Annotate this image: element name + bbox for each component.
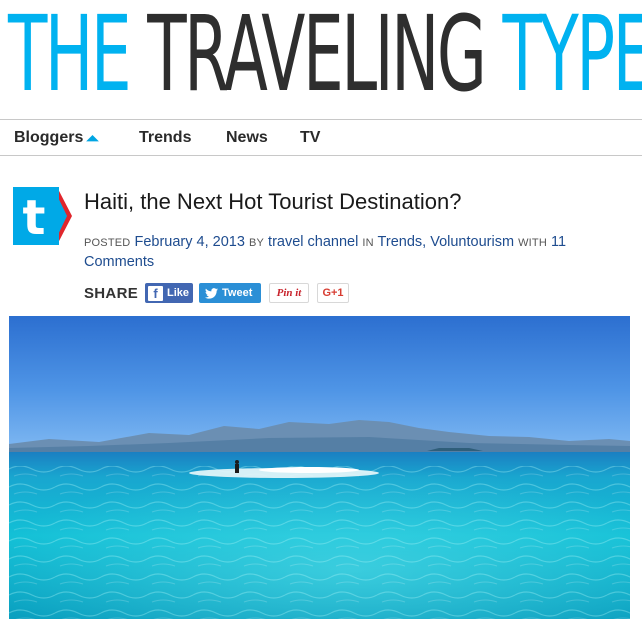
category-separator: ,	[422, 234, 427, 250]
logo-type: TYPE	[502, 0, 642, 115]
twitter-tweet-button[interactable]: Tweet	[199, 283, 261, 303]
pinterest-pin-button[interactable]: Pin it	[269, 283, 309, 303]
google-plus-button[interactable]: G+1	[317, 283, 349, 303]
beach-scene-image	[9, 316, 630, 619]
category-link-trends[interactable]: Trends	[378, 234, 423, 250]
facebook-like-button[interactable]: f Like	[145, 283, 193, 303]
nav-label-bloggers: Bloggers	[14, 129, 84, 146]
by-label: BY	[248, 237, 265, 249]
logo-traveling: TRAVELING	[147, 0, 503, 115]
nav-item-news[interactable]: News	[226, 129, 268, 147]
with-label: WITH	[518, 237, 547, 249]
twitter-bird-icon	[205, 287, 218, 299]
category-link-voluntourism[interactable]: Voluntourism	[430, 234, 514, 250]
logo-the: THE	[8, 0, 148, 115]
caret-down-icon	[86, 135, 100, 148]
post-title[interactable]: Haiti, the Next Hot Tourist Destination?	[84, 189, 461, 215]
main-nav: Bloggers Trends News TV	[0, 119, 642, 156]
posted-label: POSTED	[84, 237, 131, 249]
nav-item-bloggers[interactable]: Bloggers	[14, 129, 100, 148]
post-hero-image[interactable]	[9, 316, 630, 619]
facebook-like-label: Like	[167, 287, 190, 299]
author-link[interactable]: travel channel	[268, 234, 358, 250]
site-logo[interactable]: THE TRAVELING TYPE	[8, 2, 642, 106]
post-date-link[interactable]: February 4, 2013	[134, 234, 244, 250]
nav-item-tv[interactable]: TV	[300, 129, 320, 147]
svg-text:t: t	[23, 190, 46, 245]
travel-channel-logo-icon[interactable]: t	[13, 187, 72, 245]
nav-item-trends[interactable]: Trends	[139, 129, 191, 147]
facebook-icon: f	[148, 285, 163, 301]
in-label: IN	[362, 237, 374, 249]
share-label: SHARE	[84, 285, 139, 302]
post-meta: POSTED February 4, 2013 BY travel channe…	[84, 233, 632, 272]
twitter-tweet-label: Tweet	[222, 287, 253, 299]
